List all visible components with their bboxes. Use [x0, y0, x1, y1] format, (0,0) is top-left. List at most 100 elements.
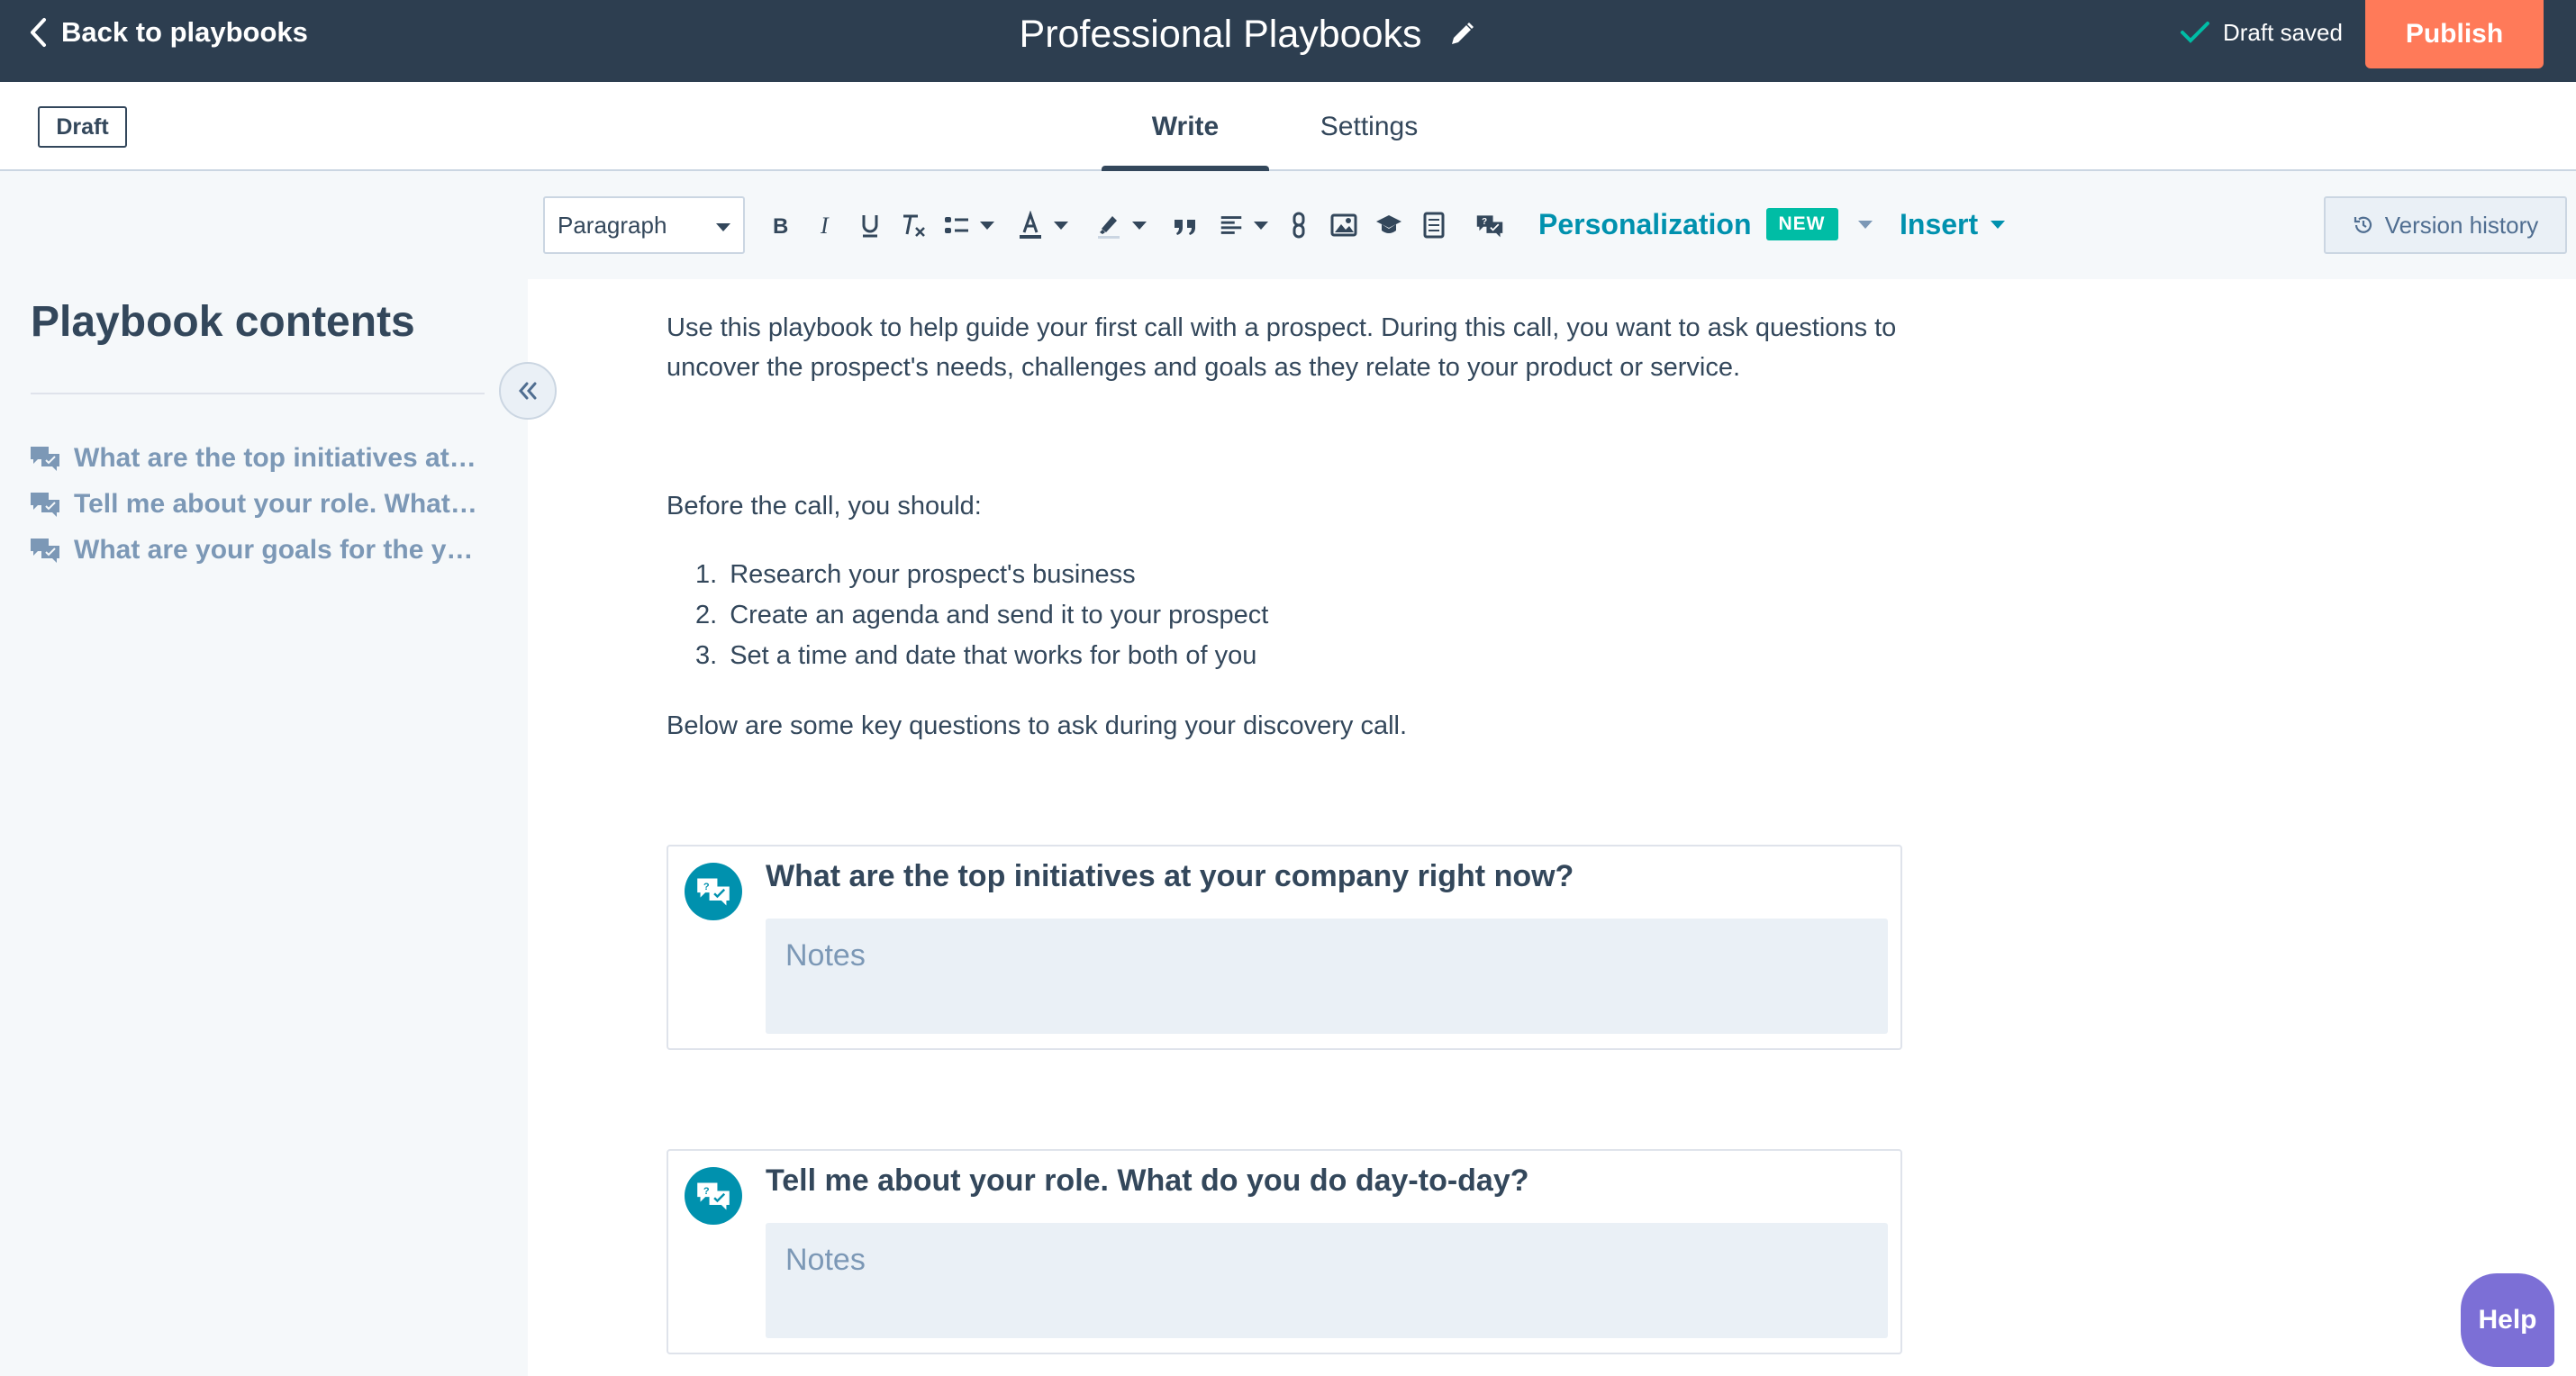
align-icon [1220, 216, 1242, 234]
below-paragraph: Below are some key questions to ask duri… [667, 711, 1408, 740]
page-title[interactable]: Professional Playbooks [1020, 13, 1422, 57]
question-icon [31, 447, 59, 471]
tab-bar: Draft Write Settings [0, 82, 2576, 173]
collapse-sidebar-button[interactable] [499, 362, 557, 420]
list-item: 2. Create an agenda and send it to your p… [667, 595, 1268, 636]
tab-write[interactable]: Write [1102, 82, 1269, 173]
caret-down-icon [1254, 221, 1268, 230]
clear-format-icon [903, 214, 925, 237]
notes-field[interactable]: Notes [766, 1223, 1888, 1338]
question-icon: ? [685, 1167, 742, 1225]
svg-text:?: ? [1482, 217, 1487, 227]
text-color-icon [1020, 211, 1041, 239]
tab-settings[interactable]: Settings [1297, 82, 1441, 171]
caret-down-icon [716, 223, 730, 231]
list-item-text: Research your prospect's business [730, 560, 1136, 589]
question-icon: ? [1476, 215, 1503, 238]
document-title-area: Professional Playbooks [1009, 9, 1486, 59]
history-icon [2354, 216, 2372, 233]
svg-text:?: ? [703, 882, 710, 892]
graduation-cap-icon [1376, 215, 1401, 233]
italic-button[interactable]: I [811, 207, 839, 243]
svg-text:I: I [820, 213, 830, 239]
personalization-label: Personalization [1538, 207, 1752, 240]
question-title: Tell me about your role. What do you do … [766, 1163, 1529, 1198]
italic-icon: I [820, 213, 830, 239]
status-badge: Draft [38, 106, 127, 148]
steps-list: 1. Research your prospect's business 2. Cr… [667, 555, 1268, 676]
divider [31, 393, 485, 394]
caret-down-icon [1857, 220, 1873, 229]
clear-format-button[interactable] [899, 207, 928, 243]
bold-icon: B [773, 214, 788, 239]
checkmark-icon [2181, 22, 2209, 43]
paragraph-style-select[interactable]: Paragraph [543, 196, 745, 254]
underline-button[interactable] [856, 207, 884, 243]
highlight-dropdown[interactable] [1092, 207, 1149, 243]
sidebar-item-question-2[interactable]: Tell me about your role. What do you do … [29, 484, 486, 524]
align-dropdown[interactable] [1218, 207, 1268, 243]
question-button[interactable]: ? [1472, 207, 1508, 243]
intro-line-2: uncover the prospect's needs, challenges… [667, 353, 1741, 382]
playbook-contents-sidebar: Playbook contents What are the top initi… [0, 279, 528, 1376]
sidebar-item-label: What are the top initiatives at your com… [74, 443, 483, 473]
underline-icon [862, 215, 878, 238]
question-title: What are the top initiatives at your com… [766, 859, 1574, 893]
highlight-icon [1098, 216, 1120, 239]
sidebar-item-label: What are your goals for the year? [74, 535, 483, 565]
question-icon: ? [685, 863, 742, 920]
document-button[interactable] [1420, 207, 1448, 243]
chevron-left-icon [31, 18, 46, 47]
svg-text:?: ? [703, 1186, 710, 1197]
sidebar-item-question-3[interactable]: What are your goals for the year? [29, 530, 486, 570]
list-icon [945, 217, 968, 233]
publish-button[interactable]: Publish [2365, 0, 2544, 68]
image-icon [1330, 213, 1357, 237]
personalization-dropdown[interactable]: Personalization NEW [1538, 204, 1873, 245]
back-label: Back to playbooks [61, 16, 308, 48]
blockquote-button[interactable] [1171, 207, 1200, 243]
list-item: 3. Set a time and date that works for bot… [667, 636, 1268, 676]
sidebar-item-question-1[interactable]: What are the top initiatives at your com… [29, 439, 486, 478]
svg-text:B: B [773, 214, 788, 239]
intro-line-1: Use this playbook to help guide your fir… [667, 313, 1897, 342]
new-badge: NEW [1765, 208, 1838, 240]
document-icon [1423, 212, 1445, 239]
editor-toolbar: Paragraph B I ? Personalization NEW Inse… [528, 171, 2576, 279]
insert-dropdown[interactable]: Insert [1900, 204, 2006, 245]
help-button[interactable]: Help [2461, 1273, 2554, 1367]
save-status: Draft saved [2180, 16, 2343, 49]
caret-down-icon [1132, 221, 1147, 230]
paragraph-style-value: Paragraph [558, 211, 667, 239]
text-color-dropdown[interactable] [1014, 207, 1070, 243]
pencil-icon[interactable] [1448, 21, 1475, 48]
list-item-text: Set a time and date that works for both … [730, 641, 1257, 670]
question-card[interactable]: ? Tell me about your role. What do you d… [667, 1149, 1902, 1354]
sidebar-item-label: Tell me about your role. What do you do … [74, 489, 483, 519]
intro-paragraph: Use this playbook to help guide your fir… [667, 308, 1896, 387]
version-history-button[interactable]: Version history [2324, 196, 2567, 254]
link-button[interactable] [1284, 207, 1313, 243]
save-status-label: Draft saved [2223, 18, 2343, 46]
double-chevron-left-icon [519, 382, 537, 400]
question-icon [31, 493, 59, 517]
video-button[interactable] [1374, 207, 1403, 243]
before-call-paragraph: Before the call, you should: [667, 492, 982, 521]
list-item-text: Create an agenda and send it to your pro… [730, 601, 1269, 629]
link-icon [1293, 212, 1305, 239]
image-button[interactable] [1329, 207, 1358, 243]
editor-canvas[interactable]: Use this playbook to help guide your fir… [528, 279, 2576, 1376]
bold-button[interactable]: B [766, 207, 794, 243]
notes-field[interactable]: Notes [766, 919, 1888, 1034]
blockquote-icon [1175, 220, 1195, 235]
sidebar-title: Playbook contents [31, 298, 415, 346]
back-to-playbooks-link[interactable]: Back to playbooks [27, 14, 308, 50]
list-item: 1. Research your prospect's business [667, 555, 1268, 595]
insert-label: Insert [1900, 207, 1979, 240]
caret-down-icon [1991, 220, 2006, 229]
question-card[interactable]: ? What are the top initiatives at your c… [667, 845, 1902, 1050]
question-icon [31, 539, 59, 563]
caret-down-icon [1054, 221, 1068, 230]
top-bar: Back to playbooks Professional Playbooks… [0, 0, 2576, 82]
list-dropdown[interactable] [940, 207, 996, 243]
